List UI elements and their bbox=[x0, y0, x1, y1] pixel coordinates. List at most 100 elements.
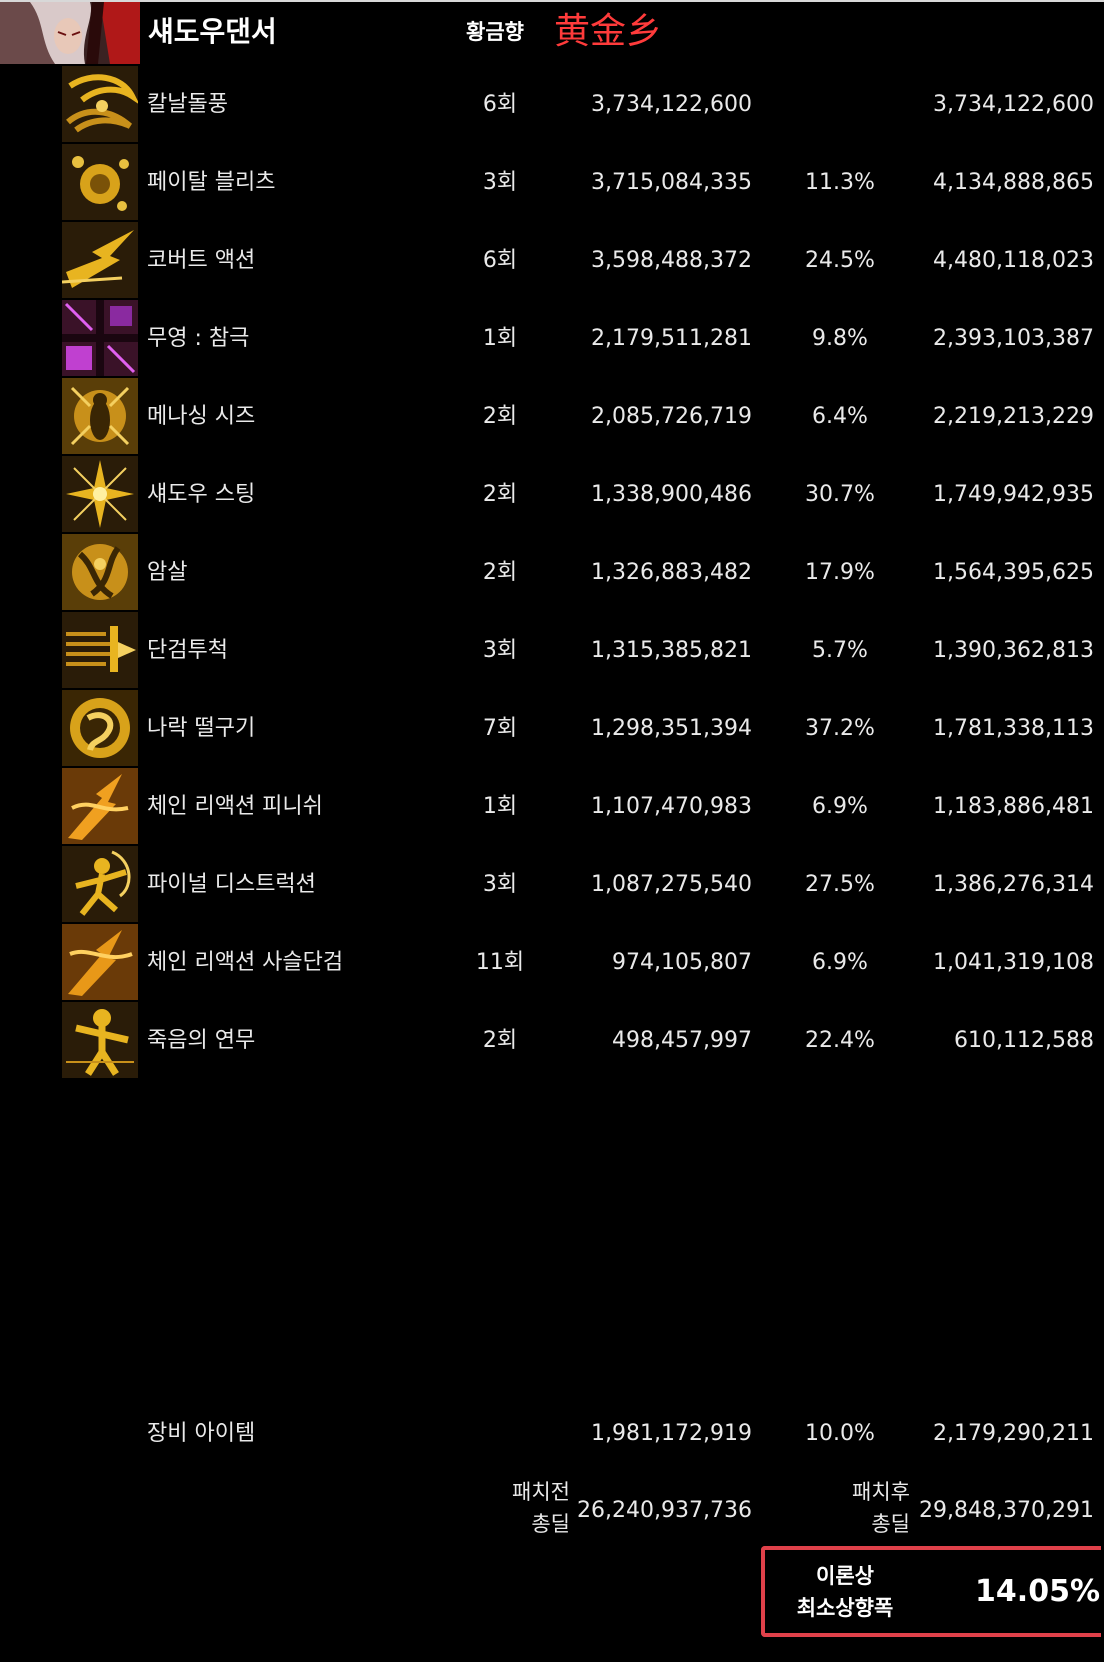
skill-hits: 6회 bbox=[482, 248, 518, 273]
skill-name: 칼날돌풍 bbox=[147, 92, 228, 117]
table-row: 코버트 액션 6회 3,598,488,372 24.5% 4,480,118,… bbox=[0, 222, 1104, 300]
total-after-label: 패치후 총딜 bbox=[808, 1476, 910, 1546]
skill-damage-after: 3,734,122,600 bbox=[933, 92, 1094, 117]
skill-increase-pct bbox=[780, 66, 900, 144]
skill-increase-pct: 22.4% bbox=[805, 1028, 875, 1053]
class-portrait bbox=[0, 2, 140, 64]
skill-damage-before: 498,457,997 bbox=[612, 1028, 752, 1053]
dagger-throw-icon bbox=[62, 612, 138, 688]
skill-damage-after: 4,134,888,865 bbox=[933, 170, 1094, 195]
skill-damage-after: 2,393,103,387 bbox=[933, 326, 1094, 351]
skill-name: 체인 리액션 피니쉬 bbox=[147, 794, 323, 819]
total-after-value: 29,848,370,291 bbox=[919, 1498, 1094, 1523]
equipment-row: 장비 아이템 1,981,172,919 10.0% 2,179,290,211 bbox=[0, 1395, 1104, 1473]
table-row: 무영 : 참극 1회 2,179,511,281 9.8% 2,393,103,… bbox=[0, 300, 1104, 378]
total-before-label-line1: 패치전 bbox=[512, 1480, 570, 1504]
menacing-siege-icon bbox=[62, 378, 138, 454]
skill-name: 암살 bbox=[147, 560, 188, 585]
skill-name: 메나싱 시즈 bbox=[147, 404, 256, 429]
skill-damage-before: 1,298,351,394 bbox=[591, 716, 752, 741]
skill-name: 무영 : 참극 bbox=[147, 326, 250, 351]
skill-increase-pct: 6.9% bbox=[812, 794, 868, 819]
skill-name: 나락 떨구기 bbox=[147, 716, 256, 741]
result-value: 14.05% bbox=[975, 1574, 1100, 1609]
table-row: 메나싱 시즈 2회 2,085,726,719 6.4% 2,219,213,2… bbox=[0, 378, 1104, 456]
skill-increase-pct: 6.4% bbox=[812, 404, 868, 429]
table-row: 나락 떨구기 7회 1,298,351,394 37.2% 1,781,338,… bbox=[0, 690, 1104, 768]
class-title: 섀도우댄서 bbox=[148, 15, 277, 48]
skill-increase-pct: 24.5% bbox=[805, 248, 875, 273]
skill-damage-after: 1,564,395,625 bbox=[933, 560, 1094, 585]
guild-label: 황금향 bbox=[466, 20, 524, 44]
assassinate-icon bbox=[62, 534, 138, 610]
skill-damage-before: 3,734,122,600 bbox=[591, 92, 752, 117]
equipment-damage-before: 1,981,172,919 bbox=[591, 1421, 752, 1446]
skill-hits: 1회 bbox=[482, 326, 518, 351]
skill-damage-after: 1,749,942,935 bbox=[933, 482, 1094, 507]
skill-damage-before: 974,105,807 bbox=[612, 950, 752, 975]
equipment-increase-pct: 10.0% bbox=[805, 1421, 875, 1446]
skill-increase-pct: 6.9% bbox=[812, 950, 868, 975]
result-label-line2: 최소상향폭 bbox=[796, 1596, 894, 1620]
table-row: 체인 리액션 피니쉬 1회 1,107,470,983 6.9% 1,183,8… bbox=[0, 768, 1104, 846]
skill-name: 파이널 디스트럭션 bbox=[147, 872, 316, 897]
result-label-line1: 이론상 bbox=[816, 1564, 874, 1588]
top-border bbox=[0, 0, 1104, 2]
skill-damage-after: 1,390,362,813 bbox=[933, 638, 1094, 663]
table-row: 죽음의 연무 2회 498,457,997 22.4% 610,112,588 bbox=[0, 1002, 1104, 1080]
skill-damage-before: 2,085,726,719 bbox=[591, 404, 752, 429]
skill-damage-before: 1,315,385,821 bbox=[591, 638, 752, 663]
skill-damage-before: 1,107,470,983 bbox=[591, 794, 752, 819]
skill-increase-pct: 11.3% bbox=[805, 170, 875, 195]
skill-damage-after: 1,781,338,113 bbox=[933, 716, 1094, 741]
skill-damage-after: 2,219,213,229 bbox=[933, 404, 1094, 429]
shadowless-carnage-icon bbox=[62, 300, 138, 376]
skill-hits: 3회 bbox=[482, 872, 518, 897]
skill-name: 코버트 액션 bbox=[147, 248, 256, 273]
skill-hits: 7회 bbox=[482, 716, 518, 741]
table-row: 파이널 디스트럭션 3회 1,087,275,540 27.5% 1,386,2… bbox=[0, 846, 1104, 924]
table-row: 섀도우 스팅 2회 1,338,900,486 30.7% 1,749,942,… bbox=[0, 456, 1104, 534]
skill-hits: 2회 bbox=[482, 560, 518, 585]
total-after-label-line2: 총딜 bbox=[871, 1512, 910, 1536]
chain-reaction-finish-icon bbox=[62, 768, 138, 844]
total-before-value: 26,240,937,736 bbox=[577, 1498, 752, 1523]
skill-hits: 6회 bbox=[482, 92, 518, 117]
skill-damage-before: 3,715,084,335 bbox=[591, 170, 752, 195]
skill-increase-pct: 37.2% bbox=[805, 716, 875, 741]
table-row: 체인 리액션 사슬단검 11회 974,105,807 6.9% 1,041,3… bbox=[0, 924, 1104, 1002]
fatal-blitz-icon bbox=[62, 144, 138, 220]
skill-hits: 1회 bbox=[482, 794, 518, 819]
skill-damage-after: 1,386,276,314 bbox=[933, 872, 1094, 897]
skill-increase-pct: 5.7% bbox=[812, 638, 868, 663]
skill-increase-pct: 9.8% bbox=[812, 326, 868, 351]
table-row: 암살 2회 1,326,883,482 17.9% 1,564,395,625 bbox=[0, 534, 1104, 612]
skill-damage-before: 2,179,511,281 bbox=[591, 326, 752, 351]
skill-damage-after: 1,041,319,108 bbox=[933, 950, 1094, 975]
covert-action-icon bbox=[62, 222, 138, 298]
skill-name: 단검투척 bbox=[147, 638, 228, 663]
shadow-sting-icon bbox=[62, 456, 138, 532]
abyss-drop-icon bbox=[62, 690, 138, 766]
skill-hits: 3회 bbox=[482, 638, 518, 663]
table-row: 칼날돌풍 6회 3,734,122,600 3,734,122,600 bbox=[0, 66, 1104, 144]
table-row: 페이탈 블리츠 3회 3,715,084,335 11.3% 4,134,888… bbox=[0, 144, 1104, 222]
skill-name: 섀도우 스팅 bbox=[147, 482, 256, 507]
total-after-label-line1: 패치후 bbox=[852, 1480, 910, 1504]
equipment-damage-after: 2,179,290,211 bbox=[933, 1421, 1094, 1446]
skill-hits: 2회 bbox=[482, 1028, 518, 1053]
table-row: 단검투척 3회 1,315,385,821 5.7% 1,390,362,813 bbox=[0, 612, 1104, 690]
skill-name: 죽음의 연무 bbox=[147, 1028, 256, 1053]
final-destruction-icon bbox=[62, 846, 138, 922]
skill-increase-pct: 30.7% bbox=[805, 482, 875, 507]
equipment-name: 장비 아이템 bbox=[147, 1421, 256, 1446]
skill-increase-pct: 17.9% bbox=[805, 560, 875, 585]
server-name: 黄金乡 bbox=[554, 11, 663, 52]
chain-reaction-dagger-icon bbox=[62, 924, 138, 1000]
skill-hits: 3회 bbox=[482, 170, 518, 195]
skill-damage-before: 1,338,900,486 bbox=[591, 482, 752, 507]
total-before-label-line2: 총딜 bbox=[531, 1512, 570, 1536]
total-before-label: 패치전 총딜 bbox=[470, 1476, 570, 1546]
skill-damage-after: 1,183,886,481 bbox=[933, 794, 1094, 819]
skill-name: 페이탈 블리츠 bbox=[147, 170, 276, 195]
